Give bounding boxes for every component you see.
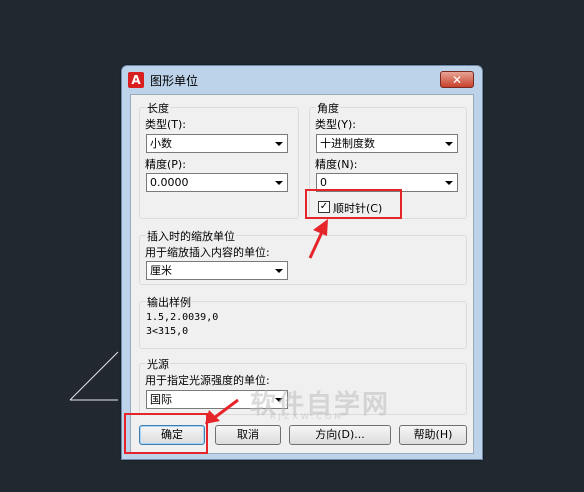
arrow-to-clockwise-icon <box>308 219 328 259</box>
watermark-url: RJZXW.COM <box>270 412 345 421</box>
arrow-to-ok-icon <box>205 398 239 424</box>
